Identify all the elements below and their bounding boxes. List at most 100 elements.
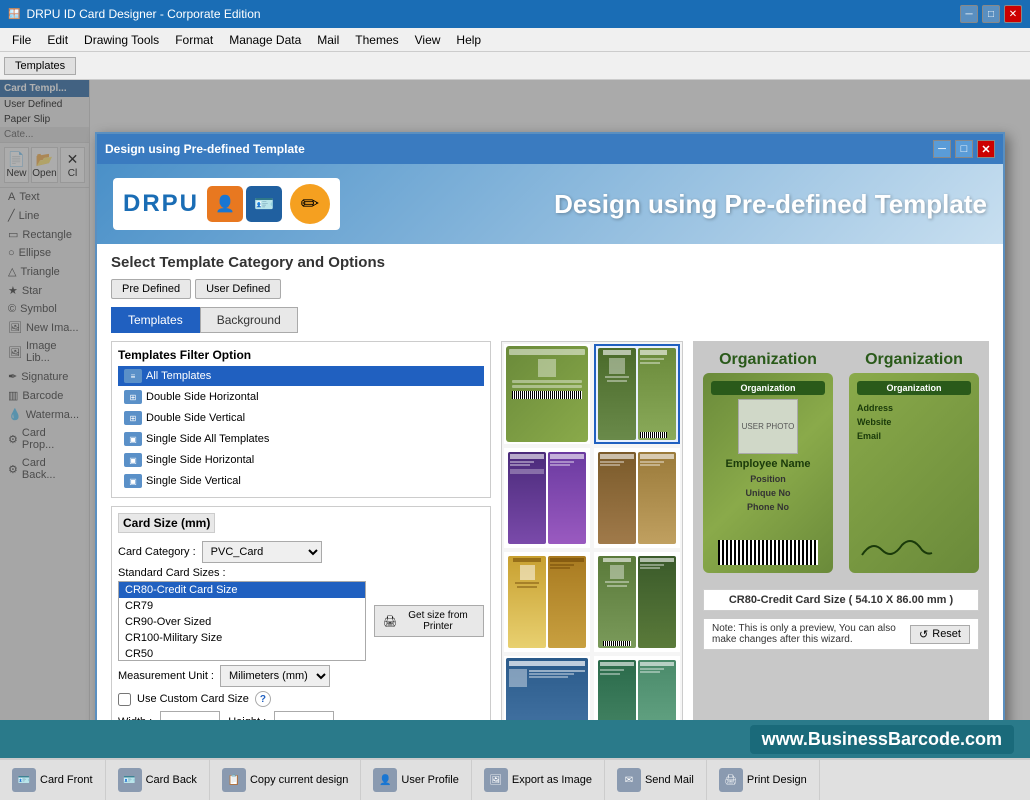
filter-title: Templates Filter Option (118, 348, 484, 362)
menu-help[interactable]: Help (448, 31, 489, 49)
card-front: Organization USER PHOTO Employee Name Po… (703, 373, 833, 573)
dialog: Design using Pre-defined Template ─ □ ✕ … (95, 132, 1005, 720)
website-bar: www.BusinessBarcode.com (0, 720, 1030, 758)
back-label: Organization (865, 351, 963, 369)
content-tabs: Templates Background (111, 307, 989, 333)
height-input[interactable]: 86.00 (274, 711, 334, 720)
get-size-btn[interactable]: 🖨 Get size from Printer (374, 605, 484, 637)
template-thumb-7[interactable] (504, 656, 590, 720)
filter-all-icon: ≡ (124, 369, 142, 383)
back-address: Address (857, 403, 971, 413)
minimize-btn[interactable]: ─ (960, 5, 978, 23)
user-photo-label: USER PHOTO (742, 422, 795, 431)
toolbar-templates-tab[interactable]: Templates (4, 57, 76, 75)
reset-btn[interactable]: ↺ Reset (910, 625, 970, 644)
template-thumb-3[interactable] (504, 448, 590, 548)
filter-single-vert[interactable]: ▣ Single Side Vertical (118, 471, 484, 491)
note-text: Note: This is only a preview, You can al… (712, 623, 910, 645)
size-cr100[interactable]: CR100-Military Size (119, 630, 365, 646)
printer-icon: 🖨 (383, 615, 397, 628)
taskbar-user-profile[interactable]: 👤 User Profile (361, 760, 471, 800)
dialog-close-btn[interactable]: ✕ (977, 140, 995, 158)
taskbar-copy-design[interactable]: 📋 Copy current design (210, 760, 361, 800)
menu-manage-data[interactable]: Manage Data (221, 31, 309, 49)
bottom-taskbar: 🪪 Card Front 🪪 Card Back 📋 Copy current … (0, 758, 1030, 800)
user-defined-tab[interactable]: User Defined (195, 279, 281, 299)
get-size-label: Get size from Printer (401, 610, 475, 632)
maximize-btn[interactable]: □ (982, 5, 1000, 23)
taskbar-print-design[interactable]: 🖨 Print Design (707, 760, 820, 800)
dialog-maximize-btn[interactable]: □ (955, 140, 973, 158)
note-bar: Note: This is only a preview, You can al… (703, 619, 979, 650)
left-panel: Templates Filter Option ≡ All Templates … (111, 341, 491, 720)
card-back: Organization Address Website Email (849, 373, 979, 573)
drpu-logo-text: DRPU (123, 190, 199, 218)
pre-defined-tab[interactable]: Pre Defined (111, 279, 191, 299)
size-cr90[interactable]: CR90-Over Sized (119, 614, 365, 630)
measurement-select[interactable]: Milimeters (mm) (220, 665, 330, 687)
filter-sh-label: Single Side Horizontal (146, 454, 254, 466)
template-grid-section (501, 341, 683, 720)
filter-sv-icon: ▣ (124, 474, 142, 488)
close-btn[interactable]: ✕ (1004, 5, 1022, 23)
size-cr79[interactable]: CR79 (119, 598, 365, 614)
filter-section: Templates Filter Option ≡ All Templates … (111, 341, 491, 498)
app-title: DRPU ID Card Designer - Corporate Editio… (26, 7, 260, 21)
menu-format[interactable]: Format (167, 31, 221, 49)
copy-design-label: Copy current design (250, 774, 348, 786)
filter-double-vert[interactable]: ⊞ Double Side Vertical (118, 408, 484, 428)
template-mini-1 (506, 346, 588, 442)
user-profile-icon: 👤 (373, 768, 397, 792)
dialog-minimize-btn[interactable]: ─ (933, 140, 951, 158)
card-category-select[interactable]: PVC_Card (202, 541, 322, 563)
template-thumb-1[interactable] (504, 344, 590, 444)
drpu-logo-area: DRPU 👤 🪪 ✏ (113, 178, 340, 230)
filter-double-horiz[interactable]: ⊞ Double Side Horizontal (118, 387, 484, 407)
template-thumb-5[interactable] (504, 552, 590, 652)
card-back-icon: 🪪 (118, 768, 142, 792)
template-thumb-6[interactable] (594, 552, 680, 652)
taskbar-export-image[interactable]: 🖼 Export as Image (472, 760, 605, 800)
menu-mail[interactable]: Mail (309, 31, 347, 49)
print-design-label: Print Design (747, 774, 807, 786)
reset-label: Reset (932, 628, 961, 640)
template-thumb-2[interactable] (594, 344, 680, 444)
title-bar-left: 🪟 DRPU ID Card Designer - Corporate Edit… (8, 7, 261, 21)
filter-dh-label: Double Side Horizontal (146, 391, 259, 403)
taskbar-card-front[interactable]: 🪪 Card Front (0, 760, 106, 800)
menu-edit[interactable]: Edit (39, 31, 76, 49)
size-cr50[interactable]: CR50 (119, 646, 365, 661)
custom-size-checkbox[interactable] (118, 693, 131, 706)
preview-section: Organization Organization USER PHOTO Emp… (693, 341, 989, 720)
dialog-body: Select Template Category and Options Pre… (97, 244, 1003, 720)
help-icon[interactable]: ? (255, 691, 271, 707)
card-org-front: Organization (711, 381, 825, 395)
app-window: 🪟 DRPU ID Card Designer - Corporate Edit… (0, 0, 1030, 800)
send-mail-icon: ✉ (617, 768, 641, 792)
filter-all-templates[interactable]: ≡ All Templates (118, 366, 484, 386)
filter-sa-label: Single Side All Templates (146, 433, 269, 445)
card-signature-area (857, 535, 948, 565)
menu-view[interactable]: View (407, 31, 449, 49)
background-tab[interactable]: Background (200, 307, 298, 333)
width-input[interactable]: 54.10 (160, 711, 220, 720)
taskbar-send-mail[interactable]: ✉ Send Mail (605, 760, 707, 800)
menu-file[interactable]: File (4, 31, 39, 49)
filter-single-all[interactable]: ▣ Single Side All Templates (118, 429, 484, 449)
card-front-icon: 🪪 (12, 768, 36, 792)
taskbar-card-back[interactable]: 🪪 Card Back (106, 760, 210, 800)
dialog-title: Design using Pre-defined Template (105, 142, 305, 156)
size-list[interactable]: CR80-Credit Card Size CR79 CR90-Over Siz… (118, 581, 366, 661)
size-cr80[interactable]: CR80-Credit Card Size (119, 582, 365, 598)
logo-icon-orange: 👤 (207, 186, 243, 222)
logo-icons-area: 👤 🪪 (207, 186, 282, 222)
template-thumb-4[interactable] (594, 448, 680, 548)
menu-themes[interactable]: Themes (347, 31, 406, 49)
filter-single-horiz[interactable]: ▣ Single Side Horizontal (118, 450, 484, 470)
menu-drawing-tools[interactable]: Drawing Tools (76, 31, 167, 49)
dialog-titlebar: Design using Pre-defined Template ─ □ ✕ (97, 134, 1003, 164)
back-email: Email (857, 431, 971, 441)
templates-tab[interactable]: Templates (111, 307, 200, 333)
width-label: Width : (118, 716, 152, 720)
template-thumb-8[interactable] (594, 656, 680, 720)
